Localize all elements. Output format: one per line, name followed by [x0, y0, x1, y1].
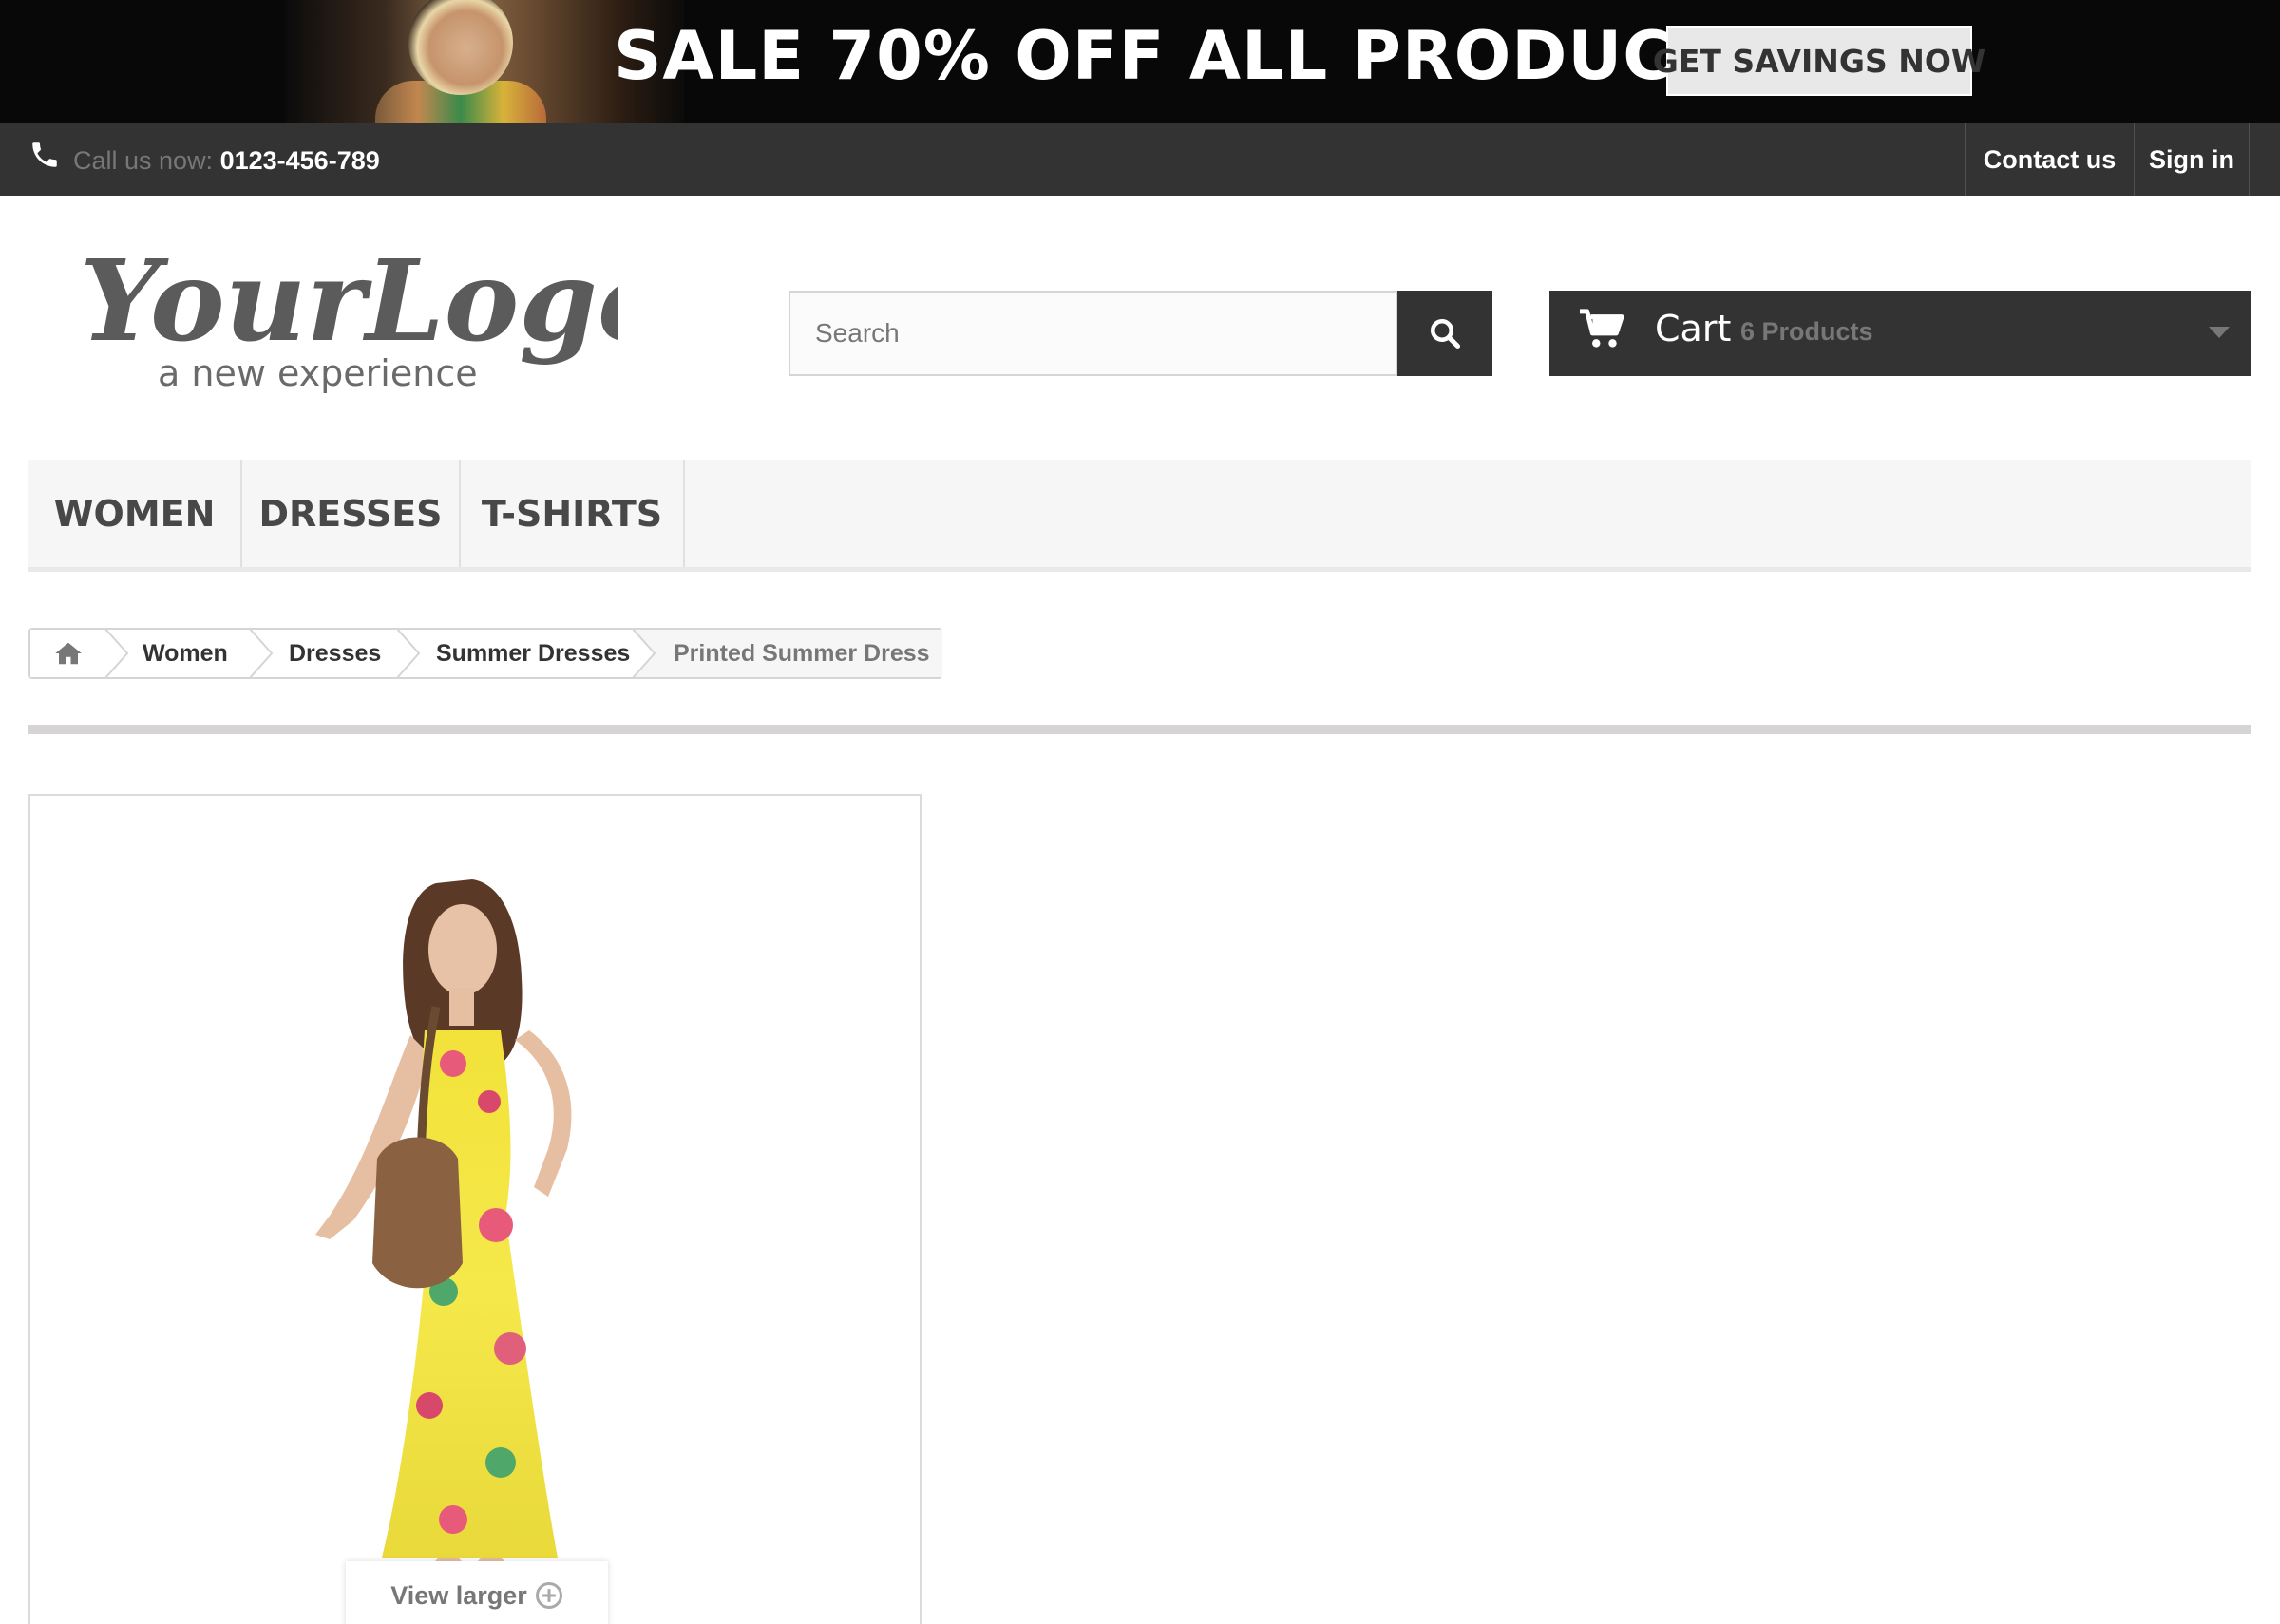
menu-item-dresses[interactable]: DRESSES — [242, 460, 461, 567]
promo-banner[interactable]: SALE 70% OFF ALL PRODUCTS GET SAVINGS NO… — [0, 0, 2280, 123]
search-input[interactable] — [790, 293, 1396, 374]
home-icon — [55, 642, 82, 665]
view-larger-label: View larger — [390, 1580, 527, 1610]
breadcrumb-separator — [249, 628, 274, 679]
breadcrumb-separator — [632, 628, 656, 679]
cart-label: Cart — [1655, 308, 1732, 349]
breadcrumb: Women Dresses Summer Dresses Printed Sum… — [28, 628, 942, 679]
call-us-text: Call us now: 0123-456-789 — [73, 146, 380, 176]
phone-icon — [32, 142, 57, 167]
breadcrumb-separator — [104, 628, 129, 679]
zoom-icon — [535, 1582, 562, 1609]
cart-count: 6 Products — [1740, 317, 1873, 346]
product-image-container[interactable]: View larger — [28, 794, 922, 1624]
sign-in-link[interactable]: Sign in — [2134, 123, 2250, 196]
site-logo[interactable]: YourLogo a new experience — [76, 236, 618, 397]
banner-title: SALE 70% OFF ALL PRODUCTS — [614, 17, 1768, 95]
contact-us-link[interactable]: Contact us — [1965, 123, 2134, 196]
view-larger-button[interactable]: View larger — [346, 1561, 608, 1624]
logo-tagline: a new experience — [158, 352, 478, 394]
breadcrumb-summer-dresses[interactable]: Summer Dresses — [398, 630, 634, 677]
breadcrumb-home[interactable] — [30, 630, 106, 677]
content-divider — [28, 725, 2252, 734]
logo-text: YourLogo — [80, 236, 618, 367]
search-button[interactable] — [1397, 291, 1492, 376]
phone-number: 0123-456-789 — [219, 146, 380, 175]
cart-icon — [1580, 309, 1624, 348]
cart-dropdown[interactable]: Cart 6 Products — [1549, 291, 2252, 376]
menu-item-women[interactable]: WOMEN — [28, 460, 242, 567]
search-field-wrapper — [788, 291, 1397, 376]
breadcrumb-current: Printed Summer Dress — [634, 630, 942, 677]
top-bar: Call us now: 0123-456-789 Contact us Sig… — [0, 123, 2280, 196]
breadcrumb-separator — [396, 628, 421, 679]
main-menu: WOMEN DRESSES T-SHIRTS — [28, 460, 2252, 572]
product-photo[interactable] — [187, 817, 757, 1615]
search-icon — [1431, 319, 1461, 349]
menu-item-tshirts[interactable]: T-SHIRTS — [461, 460, 685, 567]
call-label: Call us now: — [73, 146, 214, 175]
chevron-down-icon — [2209, 327, 2230, 338]
get-savings-button[interactable]: GET SAVINGS NOW — [1653, 26, 1986, 96]
